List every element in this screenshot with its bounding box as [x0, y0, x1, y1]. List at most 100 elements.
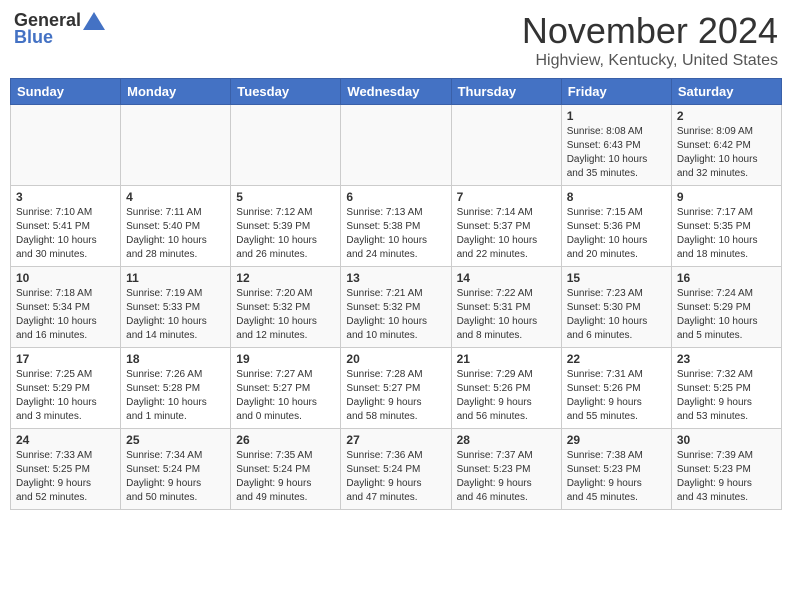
- logo-icon: [83, 12, 105, 30]
- day-number: 30: [677, 433, 776, 447]
- calendar-cell: 25 Sunrise: 7:34 AM Sunset: 5:24 PM Dayli…: [121, 429, 231, 510]
- day-number: 14: [457, 271, 556, 285]
- day-number: 19: [236, 352, 335, 366]
- calendar-cell: 1Sunrise: 8:08 AM Sunset: 6:43 PM Daylig…: [561, 105, 671, 186]
- day-number: 16: [677, 271, 776, 285]
- day-info: Sunrise: 7:11 AM Sunset: 5:40 PM Dayligh…: [126, 206, 225, 262]
- day-info: Sunrise: 7:20 AM Sunset: 5:32 PM Dayligh…: [236, 287, 335, 343]
- calendar-cell: 5 Sunrise: 7:12 AM Sunset: 5:39 PM Daylig…: [231, 186, 341, 267]
- calendar-cell: 16 Sunrise: 7:24 AM Sunset: 5:29 PM Dayli…: [671, 267, 781, 348]
- day-number: 6: [346, 190, 445, 204]
- day-info: Sunrise: 7:26 AM Sunset: 5:28 PM Dayligh…: [126, 368, 225, 424]
- calendar-cell: 15Sunrise: 7:23 AM Sunset: 5:30 PM Dayli…: [561, 267, 671, 348]
- day-info: Sunrise: 7:21 AM Sunset: 5:32 PM Dayligh…: [346, 287, 445, 343]
- logo: General Blue: [14, 10, 105, 48]
- day-info: Sunrise: 7:33 AM Sunset: 5:25 PM Dayligh…: [16, 449, 115, 505]
- calendar-cell: 28 Sunrise: 7:37 AM Sunset: 5:23 PM Dayli…: [451, 429, 561, 510]
- weekday-header: Thursday: [451, 79, 561, 105]
- calendar-cell: 23Sunrise: 7:32 AM Sunset: 5:25 PM Dayli…: [671, 348, 781, 429]
- calendar-cell: 2 Sunrise: 8:09 AM Sunset: 6:42 PM Daylig…: [671, 105, 781, 186]
- weekday-header-row: SundayMondayTuesdayWednesdayThursdayFrid…: [11, 79, 782, 105]
- day-info: Sunrise: 7:15 AM Sunset: 5:36 PM Dayligh…: [567, 206, 666, 262]
- day-number: 23: [677, 352, 776, 366]
- weekday-header: Tuesday: [231, 79, 341, 105]
- day-number: 10: [16, 271, 115, 285]
- logo-blue-text: Blue: [14, 27, 53, 48]
- day-number: 11: [126, 271, 225, 285]
- title-block: November 2024 Highview, Kentucky, United…: [522, 10, 778, 70]
- day-number: 3: [16, 190, 115, 204]
- day-number: 5: [236, 190, 335, 204]
- page-header: General Blue November 2024 Highview, Ken…: [10, 10, 782, 70]
- day-info: Sunrise: 7:36 AM Sunset: 5:24 PM Dayligh…: [346, 449, 445, 505]
- calendar-cell: 22 Sunrise: 7:31 AM Sunset: 5:26 PM Dayli…: [561, 348, 671, 429]
- weekday-header: Wednesday: [341, 79, 451, 105]
- day-info: Sunrise: 7:27 AM Sunset: 5:27 PM Dayligh…: [236, 368, 335, 424]
- day-info: Sunrise: 7:13 AM Sunset: 5:38 PM Dayligh…: [346, 206, 445, 262]
- calendar-week-row: 3 Sunrise: 7:10 AM Sunset: 5:41 PM Daylig…: [11, 186, 782, 267]
- day-number: 2: [677, 109, 776, 123]
- day-info: Sunrise: 7:12 AM Sunset: 5:39 PM Dayligh…: [236, 206, 335, 262]
- calendar-cell: 6 Sunrise: 7:13 AM Sunset: 5:38 PM Daylig…: [341, 186, 451, 267]
- day-number: 21: [457, 352, 556, 366]
- calendar-cell: 11 Sunrise: 7:19 AM Sunset: 5:33 PM Dayli…: [121, 267, 231, 348]
- day-number: 7: [457, 190, 556, 204]
- day-info: Sunrise: 7:24 AM Sunset: 5:29 PM Dayligh…: [677, 287, 776, 343]
- calendar-cell: 21 Sunrise: 7:29 AM Sunset: 5:26 PM Dayli…: [451, 348, 561, 429]
- day-number: 25: [126, 433, 225, 447]
- calendar-cell: 8 Sunrise: 7:15 AM Sunset: 5:36 PM Daylig…: [561, 186, 671, 267]
- calendar-cell: 14 Sunrise: 7:22 AM Sunset: 5:31 PM Dayli…: [451, 267, 561, 348]
- calendar-cell: 3 Sunrise: 7:10 AM Sunset: 5:41 PM Daylig…: [11, 186, 121, 267]
- calendar-cell: 12 Sunrise: 7:20 AM Sunset: 5:32 PM Dayli…: [231, 267, 341, 348]
- calendar-cell: 4 Sunrise: 7:11 AM Sunset: 5:40 PM Daylig…: [121, 186, 231, 267]
- day-info: Sunrise: 7:22 AM Sunset: 5:31 PM Dayligh…: [457, 287, 556, 343]
- day-number: 13: [346, 271, 445, 285]
- day-info: Sunrise: 8:08 AM Sunset: 6:43 PM Dayligh…: [567, 125, 666, 181]
- day-number: 22: [567, 352, 666, 366]
- calendar-cell: [11, 105, 121, 186]
- day-info: Sunrise: 7:19 AM Sunset: 5:33 PM Dayligh…: [126, 287, 225, 343]
- calendar-week-row: 24 Sunrise: 7:33 AM Sunset: 5:25 PM Dayli…: [11, 429, 782, 510]
- calendar-cell: [341, 105, 451, 186]
- day-number: 28: [457, 433, 556, 447]
- weekday-header: Friday: [561, 79, 671, 105]
- day-info: Sunrise: 7:28 AM Sunset: 5:27 PM Dayligh…: [346, 368, 445, 424]
- day-info: Sunrise: 7:38 AM Sunset: 5:23 PM Dayligh…: [567, 449, 666, 505]
- calendar-cell: 13 Sunrise: 7:21 AM Sunset: 5:32 PM Dayli…: [341, 267, 451, 348]
- calendar-week-row: 1Sunrise: 8:08 AM Sunset: 6:43 PM Daylig…: [11, 105, 782, 186]
- calendar-cell: 19 Sunrise: 7:27 AM Sunset: 5:27 PM Dayli…: [231, 348, 341, 429]
- weekday-header: Monday: [121, 79, 231, 105]
- month-title: November 2024: [522, 10, 778, 52]
- location-subtitle: Highview, Kentucky, United States: [522, 52, 778, 70]
- day-info: Sunrise: 7:18 AM Sunset: 5:34 PM Dayligh…: [16, 287, 115, 343]
- calendar-cell: 7 Sunrise: 7:14 AM Sunset: 5:37 PM Daylig…: [451, 186, 561, 267]
- day-info: Sunrise: 7:10 AM Sunset: 5:41 PM Dayligh…: [16, 206, 115, 262]
- calendar-week-row: 10 Sunrise: 7:18 AM Sunset: 5:34 PM Dayli…: [11, 267, 782, 348]
- day-info: Sunrise: 7:37 AM Sunset: 5:23 PM Dayligh…: [457, 449, 556, 505]
- calendar-table: SundayMondayTuesdayWednesdayThursdayFrid…: [10, 78, 782, 510]
- calendar-cell: [231, 105, 341, 186]
- day-number: 8: [567, 190, 666, 204]
- day-number: 27: [346, 433, 445, 447]
- day-number: 18: [126, 352, 225, 366]
- calendar-cell: 26Sunrise: 7:35 AM Sunset: 5:24 PM Dayli…: [231, 429, 341, 510]
- calendar-cell: 20Sunrise: 7:28 AM Sunset: 5:27 PM Dayli…: [341, 348, 451, 429]
- day-number: 12: [236, 271, 335, 285]
- day-info: Sunrise: 7:39 AM Sunset: 5:23 PM Dayligh…: [677, 449, 776, 505]
- day-info: Sunrise: 7:14 AM Sunset: 5:37 PM Dayligh…: [457, 206, 556, 262]
- day-info: Sunrise: 7:23 AM Sunset: 5:30 PM Dayligh…: [567, 287, 666, 343]
- day-number: 4: [126, 190, 225, 204]
- day-number: 9: [677, 190, 776, 204]
- calendar-cell: [451, 105, 561, 186]
- day-info: Sunrise: 7:31 AM Sunset: 5:26 PM Dayligh…: [567, 368, 666, 424]
- day-number: 24: [16, 433, 115, 447]
- day-info: Sunrise: 8:09 AM Sunset: 6:42 PM Dayligh…: [677, 125, 776, 181]
- calendar-cell: 17Sunrise: 7:25 AM Sunset: 5:29 PM Dayli…: [11, 348, 121, 429]
- day-info: Sunrise: 7:25 AM Sunset: 5:29 PM Dayligh…: [16, 368, 115, 424]
- day-info: Sunrise: 7:35 AM Sunset: 5:24 PM Dayligh…: [236, 449, 335, 505]
- day-number: 29: [567, 433, 666, 447]
- day-info: Sunrise: 7:34 AM Sunset: 5:24 PM Dayligh…: [126, 449, 225, 505]
- day-info: Sunrise: 7:29 AM Sunset: 5:26 PM Dayligh…: [457, 368, 556, 424]
- calendar-cell: 27 Sunrise: 7:36 AM Sunset: 5:24 PM Dayli…: [341, 429, 451, 510]
- weekday-header: Saturday: [671, 79, 781, 105]
